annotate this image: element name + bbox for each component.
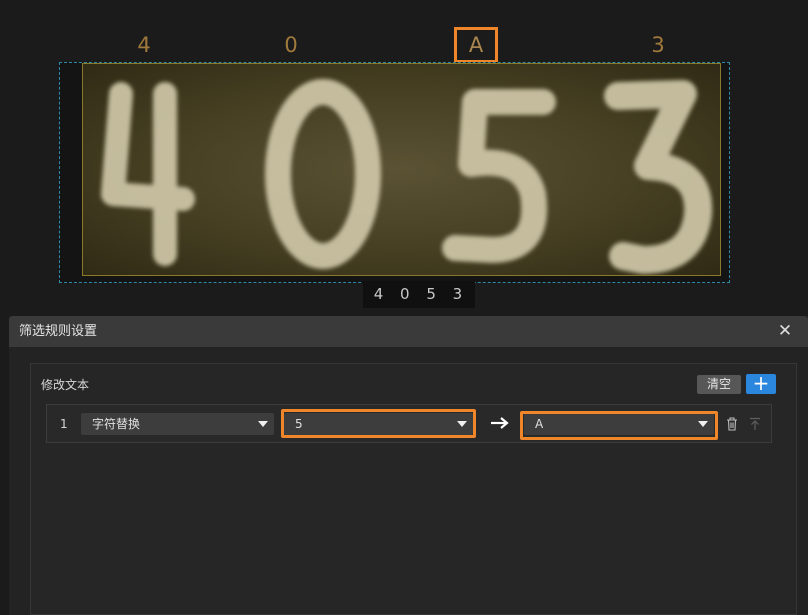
chevron-down-icon [258,421,268,427]
plus-icon: + [752,371,770,395]
plate-image [82,63,721,276]
move-to-top-icon[interactable] [749,417,761,431]
ocr-char-3-replaced: A [454,27,498,63]
ocr-char-1: 4 [137,33,151,57]
replace-to-highlight [520,411,718,440]
recognition-result: 4 0 5 3 [363,281,475,308]
rule-row: 1 字符替换 5 A [46,404,772,443]
ocr-char-2: 0 [284,33,298,57]
section-title: 修改文本 [41,378,90,392]
arrow-right-icon [491,417,509,429]
trash-icon[interactable] [726,417,738,431]
rule-type-select[interactable]: 字符替换 [81,413,274,435]
dialog-header: 筛选规则设置 ✕ [9,316,808,347]
add-rule-button[interactable]: + [746,371,776,395]
filter-rule-dialog: 筛选规则设置 ✕ 修改文本 清空 + 1 字符替换 5 A [9,316,808,615]
plate-digits-image [101,79,713,274]
modify-text-panel: 修改文本 清空 + 1 字符替换 5 A [30,363,797,615]
replace-from-highlight [281,409,476,438]
rule-index: 1 [60,417,68,431]
ocr-char-4: 3 [651,33,665,57]
rule-type-value: 字符替换 [92,417,141,431]
clear-button[interactable]: 清空 [697,375,741,394]
close-icon[interactable]: ✕ [776,322,794,340]
dialog-title: 筛选规则设置 [19,324,98,339]
